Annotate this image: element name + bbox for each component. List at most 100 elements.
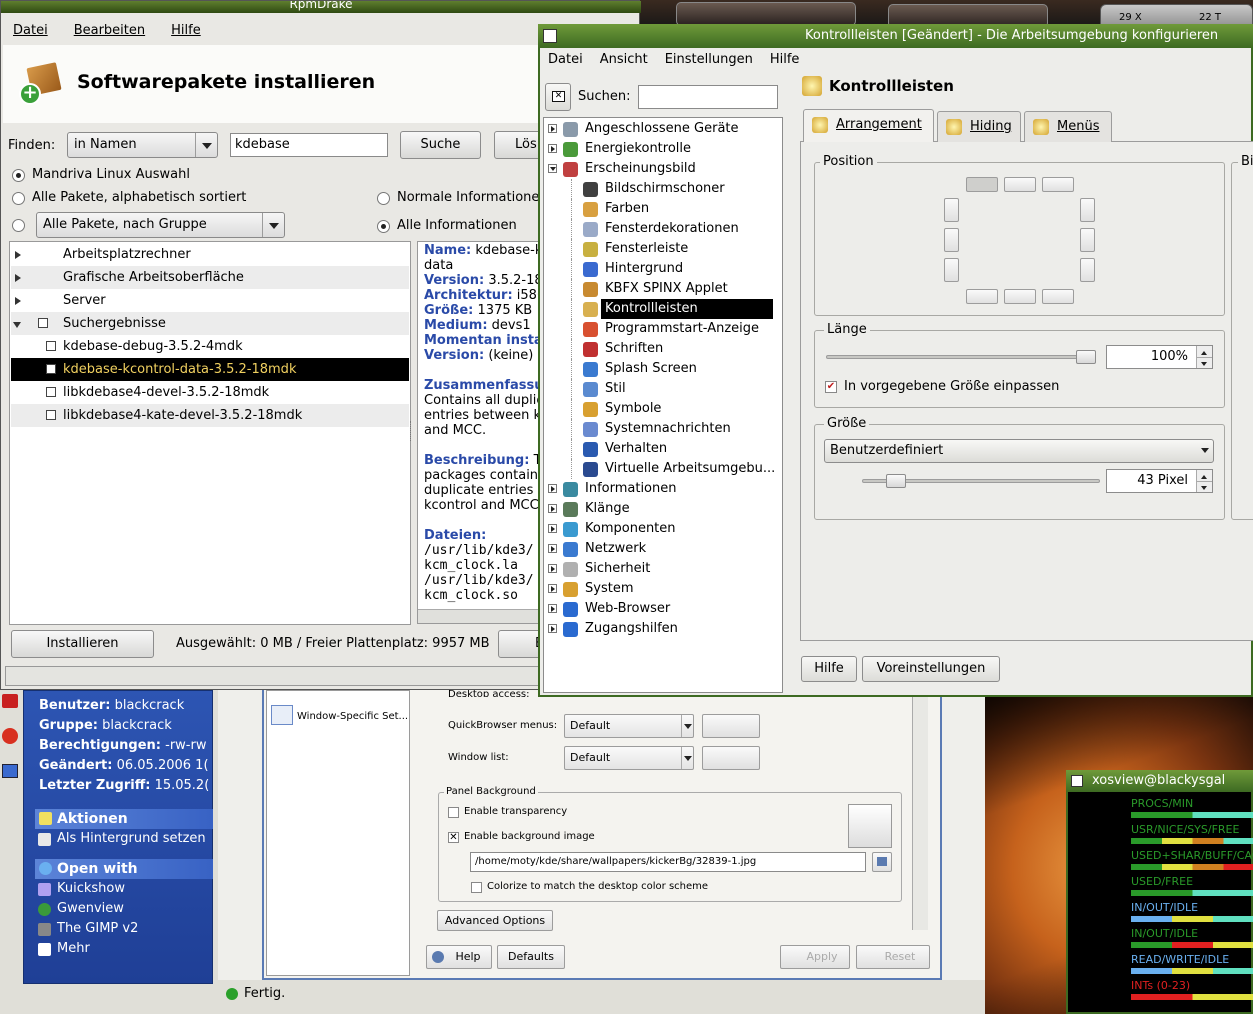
radio-all-info[interactable]	[377, 220, 390, 233]
tree-item[interactable]: Klänge	[548, 499, 753, 519]
tree-item[interactable]: Erscheinungsbild	[548, 159, 753, 179]
tab-arrangement[interactable]: Arrangement	[803, 109, 934, 142]
search-button[interactable]: Suche	[400, 131, 481, 159]
tree-item[interactable]: Symbole	[571, 399, 773, 419]
menu-datei[interactable]: Datei	[548, 48, 583, 72]
tree-item[interactable]: Verhalten	[571, 439, 773, 459]
tree-item[interactable]: Fensterdekorationen	[571, 219, 773, 239]
tree-item[interactable]: Fensterleiste	[571, 239, 773, 259]
rpmdrake-titlebar[interactable]: RpmDrake	[1, 1, 641, 13]
help-button[interactable]: Help	[426, 945, 492, 969]
expand-icon[interactable]	[548, 544, 557, 553]
expand-icon[interactable]	[548, 124, 557, 133]
spin-up-icon[interactable]	[1196, 470, 1212, 481]
transparency-checkbox[interactable]	[448, 807, 459, 818]
position-left-center[interactable]	[944, 228, 959, 252]
install-button[interactable]: Installieren	[11, 630, 154, 658]
expand-icon[interactable]	[548, 504, 557, 513]
menu-bearbeiten[interactable]: Bearbeiten	[74, 19, 158, 43]
radio-mandriva-selection[interactable]	[12, 169, 25, 182]
menu-hilfe[interactable]: Hilfe	[171, 19, 214, 43]
expand-icon[interactable]	[548, 604, 557, 613]
size-combo[interactable]: Benutzerdefiniert	[824, 439, 1214, 463]
position-top-left[interactable]	[966, 177, 998, 192]
package-row[interactable]: kdebase-debug-3.5.2-4mdk	[11, 335, 409, 358]
kcontrol-titlebar[interactable]: Kontrollleisten [Geändert] - Die Arbeits…	[538, 24, 1253, 48]
package-checkbox[interactable]	[46, 387, 56, 397]
tree-item[interactable]: Systemnachrichten	[571, 419, 773, 439]
tree-group-row[interactable]: Arbeitsplatzrechner	[11, 243, 409, 266]
open-with-gimp[interactable]: The GIMP v2	[38, 919, 138, 939]
tree-item[interactable]: System	[548, 579, 753, 599]
size-spinbox[interactable]: 43 Pixel	[1106, 469, 1213, 493]
tab-hiding[interactable]: Hiding	[937, 111, 1021, 142]
fit-size-checkbox[interactable]: ✔	[825, 381, 837, 393]
open-with-gwenview[interactable]: Gwenview	[38, 899, 124, 919]
tree-group-row[interactable]: Server	[11, 289, 409, 312]
position-right-top[interactable]	[1080, 198, 1095, 222]
tree-item[interactable]: KBFX SPINX Applet	[571, 279, 773, 299]
defaults-button[interactable]: Defaults	[497, 945, 565, 969]
position-left-bottom[interactable]	[944, 258, 959, 282]
find-mode-combo[interactable]: in Namen	[67, 132, 218, 158]
window-list-combo[interactable]: Default	[564, 746, 694, 770]
menu-hilfe[interactable]: Hilfe	[770, 48, 800, 72]
position-top-center[interactable]	[1004, 177, 1036, 192]
menu-datei[interactable]: Datei	[13, 19, 61, 43]
expand-icon[interactable]	[548, 484, 557, 493]
menu-einstellungen[interactable]: Einstellungen	[665, 48, 753, 72]
bg-image-path-field[interactable]: /home/moty/kde/share/wallpapers/kickerBg…	[470, 852, 866, 872]
quickbrowser-color-button[interactable]	[702, 714, 760, 738]
tree-item[interactable]: Komponenten	[548, 519, 753, 539]
collapse-icon[interactable]	[548, 164, 557, 173]
length-spinbox[interactable]: 100%	[1106, 345, 1213, 369]
pane-splitter[interactable]	[410, 421, 414, 441]
tree-item[interactable]: Farben	[571, 199, 773, 219]
pin-icon[interactable]	[2, 728, 18, 744]
tree-item[interactable]: Kontrollleisten	[571, 299, 773, 319]
browse-folder-button[interactable]	[872, 852, 892, 872]
position-bottom-right[interactable]	[1042, 289, 1074, 304]
window-specific-settings-item[interactable]: Window-Specific Set...	[297, 711, 408, 722]
tree-item[interactable]: Schriften	[571, 339, 773, 359]
position-top-right[interactable]	[1042, 177, 1074, 192]
expand-icon[interactable]	[548, 564, 557, 573]
xosview-titlebar[interactable]: xosview@blackysgal	[1066, 770, 1253, 792]
package-checkbox[interactable]	[46, 364, 56, 374]
spin-up-icon[interactable]	[1196, 346, 1212, 357]
clear-search-button[interactable]: ✕	[545, 83, 571, 111]
package-checkbox[interactable]	[46, 341, 56, 351]
package-checkbox[interactable]	[46, 410, 56, 420]
radio-all-alphabetic[interactable]	[12, 192, 25, 205]
spin-down-icon[interactable]	[1196, 357, 1212, 368]
position-right-center[interactable]	[1080, 228, 1095, 252]
spin-down-icon[interactable]	[1196, 481, 1212, 492]
tree-item[interactable]: Netzwerk	[548, 539, 753, 559]
package-row[interactable]: libkdebase4-devel-3.5.2-18mdk	[11, 381, 409, 404]
window-menu-icon[interactable]	[1071, 775, 1083, 787]
tree-item[interactable]: Zugangshilfen	[548, 619, 753, 639]
length-slider-track[interactable]	[826, 355, 1096, 359]
expand-icon[interactable]	[548, 624, 557, 633]
position-left-top[interactable]	[944, 198, 959, 222]
monitor-icon[interactable]	[2, 764, 18, 778]
tree-item[interactable]: Virtuelle Arbeitsumgebu...	[571, 459, 775, 479]
tree-group-row[interactable]: Suchergebnisse	[11, 312, 409, 335]
package-row[interactable]: libkdebase4-kate-devel-3.5.2-18mdk	[11, 404, 409, 427]
menu-ansicht[interactable]: Ansicht	[600, 48, 648, 72]
quickbrowser-combo[interactable]: Default	[564, 714, 694, 738]
expand-icon[interactable]	[548, 144, 557, 153]
apply-button[interactable]: Apply	[780, 945, 850, 969]
tree-group-row[interactable]: Grafische Arbeitsoberfläche	[11, 266, 409, 289]
tree-item[interactable]: Bildschirmschoner	[571, 179, 773, 199]
tab-menus[interactable]: Menüs	[1024, 111, 1112, 142]
bg-image-checkbox[interactable]: ✕	[448, 832, 459, 843]
position-right-bottom[interactable]	[1080, 258, 1095, 282]
tree-item[interactable]: Programmstart-Anzeige	[571, 319, 773, 339]
reset-button[interactable]: Reset	[856, 945, 930, 969]
details-hscrollbar[interactable]	[418, 609, 541, 623]
group-mode-combo[interactable]: Alle Pakete, nach Gruppe	[36, 212, 285, 238]
open-with-kuickshow[interactable]: Kuickshow	[38, 879, 125, 899]
defaults-button[interactable]: Voreinstellungen	[862, 656, 1000, 682]
tree-item[interactable]: Splash Screen	[571, 359, 773, 379]
